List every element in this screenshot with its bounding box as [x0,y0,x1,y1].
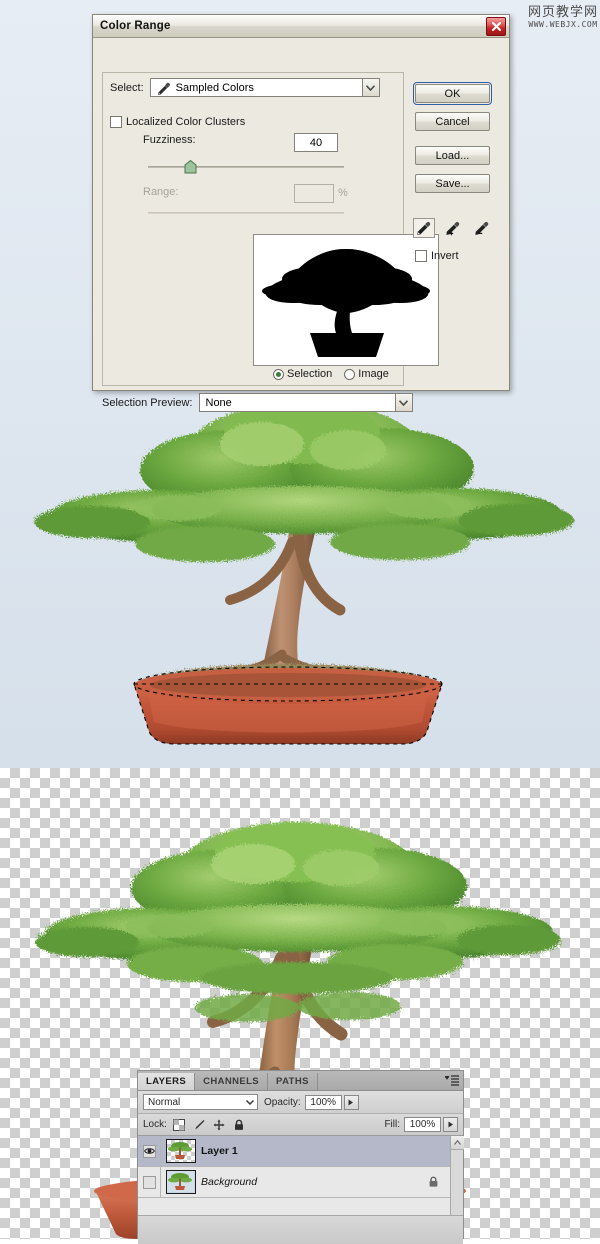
fuzziness-row: Fuzziness: [143,134,393,146]
opacity-stepper-button[interactable] [343,1094,359,1110]
radio-image[interactable]: Image [344,368,389,380]
eyedropper-tool-icon[interactable] [413,218,435,238]
layer-thumbnail-cell[interactable] [161,1170,201,1194]
preview-mode-radio-group[interactable]: Selection Image [273,368,389,380]
range-input [294,184,334,203]
dialog-title: Color Range [100,20,171,32]
lock-all-icon[interactable] [233,1118,246,1131]
lock-position-icon[interactable] [213,1118,226,1131]
layer-locked-icon [428,1176,439,1188]
dialog-titlebar[interactable]: Color Range [93,15,509,38]
layer-visibility-toggle[interactable] [138,1135,161,1167]
selection-preview-row: Selection Preview: None [102,393,413,412]
layers-panel-footer[interactable] [138,1215,463,1244]
layer-name[interactable]: Layer 1 [201,1145,238,1157]
invert-checkbox[interactable]: Invert [415,250,459,262]
save-button[interactable]: Save... [415,174,490,193]
blend-mode-value: Normal [148,1096,181,1108]
layer-list-scrollbar[interactable] [450,1136,464,1215]
layer-thumbnail-cell[interactable] [161,1139,201,1163]
radio-image-label: Image [358,368,389,380]
select-label: Select: [110,81,144,94]
blend-mode-chevron-down-icon[interactable] [243,1095,257,1109]
table-row[interactable]: Layer 1 [138,1135,463,1167]
tab-layers[interactable]: LAYERS [138,1073,196,1090]
ok-button[interactable]: OK [413,82,492,105]
lock-icon-group[interactable] [173,1118,246,1131]
eye-icon-off [142,1175,156,1189]
eyedropper-icon [156,82,171,99]
table-row[interactable]: Background [138,1166,463,1198]
select-row: Select: Sampled Colors [110,78,380,97]
cancel-button[interactable]: Cancel [415,112,490,131]
range-unit-label: % [338,187,348,199]
fuzziness-input[interactable]: 40 [294,133,338,152]
panel-tab-bar[interactable]: LAYERS CHANNELS PATHS [138,1071,463,1091]
layers-panel[interactable]: LAYERS CHANNELS PATHS Normal Opacity: 10… [137,1070,464,1244]
opacity-input[interactable]: 100% [304,1094,342,1110]
watermark-url: WWW.WEBJX.COM [528,20,598,29]
selection-preview-chevron-down-icon[interactable] [394,393,413,412]
panel-menu-icon[interactable] [445,1074,459,1086]
color-range-dialog[interactable]: Color Range Select: Sampled Colors Local… [92,14,510,412]
lock-pixels-icon[interactable] [193,1118,206,1131]
radio-selection[interactable]: Selection [273,368,332,380]
eyedropper-tool-group[interactable] [413,218,493,238]
lock-row: Lock: Fill: 100% [138,1114,463,1136]
range-row: Range: [143,186,178,198]
lock-label: Lock: [143,1119,167,1130]
invert-checkbox-box[interactable] [415,250,427,262]
eyedropper-add-tool-icon[interactable] [442,218,464,238]
chevron-down-icon[interactable] [361,78,380,97]
opacity-label: Opacity: [264,1096,301,1108]
range-slider [148,212,344,214]
invert-label: Invert [431,250,459,262]
load-button[interactable]: Load... [415,146,490,165]
tab-paths[interactable]: PATHS [268,1073,318,1090]
localized-color-clusters-label: Localized Color Clusters [126,116,246,128]
layer-thumbnail[interactable] [166,1139,196,1163]
watermark-site-name: 网页教学网 [527,5,598,20]
layer-name[interactable]: Background [201,1176,257,1188]
blend-mode-row: Normal Opacity: 100% [138,1091,463,1114]
radio-image-dot [344,368,356,380]
scroll-up-icon[interactable] [451,1136,464,1150]
dialog-body: Select: Sampled Colors Localized Color C… [93,38,509,413]
selection-preview-label: Selection Preview: [102,396,193,409]
fill-label: Fill: [384,1119,400,1130]
eye-icon [142,1144,156,1158]
localized-color-clusters-checkbox[interactable]: Localized Color Clusters [110,116,245,128]
selection-preview-dropdown[interactable]: None [198,393,395,412]
eyedropper-subtract-tool-icon[interactable] [471,218,493,238]
radio-selection-label: Selection [287,368,333,380]
layer-thumbnail[interactable] [166,1170,196,1194]
fuzziness-slider-track [148,166,344,168]
selection-preview-value: None [205,396,232,409]
layer-list[interactable]: Layer 1 Background [138,1135,464,1215]
fuzziness-slider[interactable] [148,159,344,174]
range-label: Range: [143,186,179,198]
selection-preview-thumbnail[interactable] [253,234,439,366]
fuzziness-label: Fuzziness: [143,134,196,146]
blend-mode-dropdown[interactable]: Normal [143,1094,258,1110]
tab-channels[interactable]: CHANNELS [195,1073,269,1090]
lock-transparency-icon[interactable] [173,1118,186,1131]
fill-input[interactable]: 100% [404,1117,441,1132]
close-icon[interactable] [486,17,506,36]
radio-selection-dot [273,368,284,380]
layer-visibility-toggle[interactable] [138,1166,161,1198]
checkbox-box[interactable] [110,116,122,128]
select-dropdown[interactable]: Sampled Colors [149,78,362,99]
watermark: 网页教学网 WWW.WEBJX.COM [528,6,598,29]
fill-stepper-button[interactable] [443,1117,458,1132]
fuzziness-slider-thumb[interactable] [184,159,197,174]
